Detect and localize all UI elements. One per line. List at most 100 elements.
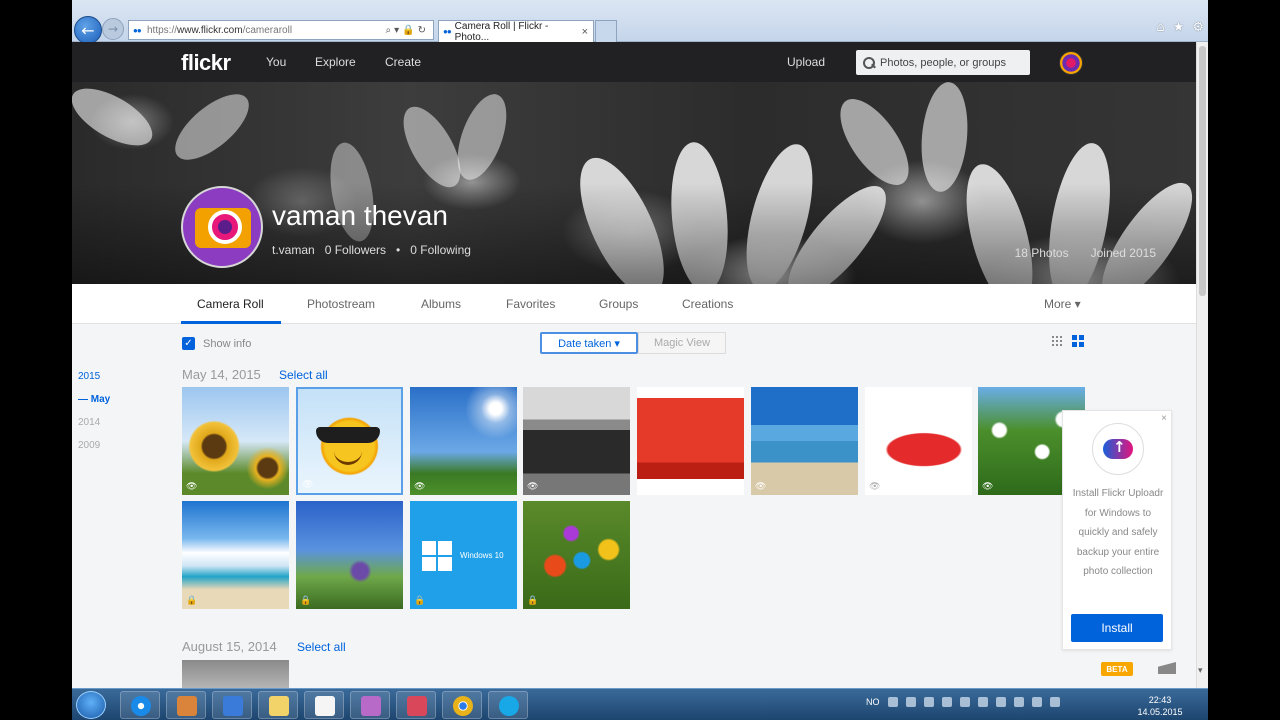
taskbar-app-icon[interactable] — [396, 691, 436, 719]
profile-followers[interactable]: 0 Followers — [325, 243, 386, 257]
photo-thumbnail[interactable]: 🔒 — [523, 501, 630, 609]
forward-button[interactable]: → — [102, 18, 124, 40]
taskbar-clock[interactable]: 22:43 14.05.2015 — [1130, 694, 1190, 718]
arrow-right-icon: → — [107, 22, 119, 36]
photo-thumbnail[interactable]: 👁 — [182, 387, 289, 495]
flickr-top-nav: flickr You Explore Create Upload Photos,… — [72, 42, 1196, 82]
tab-albums[interactable]: Albums — [421, 297, 461, 311]
tray-icon[interactable] — [1013, 697, 1024, 707]
taskbar-chrome-icon[interactable] — [442, 691, 482, 719]
tray-icon[interactable] — [995, 697, 1006, 707]
page-scrollbar[interactable] — [1196, 42, 1208, 688]
taskbar-app-icon[interactable] — [166, 691, 206, 719]
eye-icon: 👁 — [982, 482, 994, 492]
profile-avatar[interactable] — [181, 186, 263, 268]
network-icon[interactable] — [1031, 697, 1042, 707]
home-icon[interactable]: ⌂ — [1156, 20, 1164, 35]
photo-thumbnail[interactable]: 👁 — [296, 387, 403, 495]
address-actions-icon[interactable]: ⌕▾🔒↻ — [386, 25, 433, 36]
date-taken-button[interactable]: Date taken ▾ — [540, 332, 638, 354]
cover-photo: vaman thevan t.vaman 0 Followers • 0 Fol… — [72, 82, 1196, 284]
taskbar-skype-icon[interactable] — [488, 691, 528, 719]
select-all-link[interactable]: Select all — [279, 368, 328, 382]
view-switch: Date taken ▾ Magic View — [540, 332, 726, 354]
taskbar-app-icon[interactable] — [350, 691, 390, 719]
tray-icon[interactable] — [977, 697, 988, 707]
tray-icon[interactable] — [887, 697, 898, 707]
user-avatar[interactable] — [1059, 51, 1083, 75]
photo-thumbnail[interactable]: 🔒 — [296, 501, 403, 609]
app-icon — [223, 696, 243, 716]
tray-icon[interactable] — [923, 697, 934, 707]
photo-thumbnail[interactable]: Windows 10 🔒 — [410, 501, 517, 609]
browser-tab-active[interactable]: ●● Camera Roll | Flickr - Photo... × — [438, 20, 594, 43]
back-button[interactable]: ← — [74, 16, 102, 44]
select-all-link[interactable]: Select all — [297, 640, 346, 654]
photo-thumbnail[interactable]: 👁 — [637, 387, 744, 495]
photo-thumbnail[interactable]: 👁 — [523, 387, 630, 495]
timeline-year-2015[interactable]: 2015 — [78, 371, 100, 382]
search-input[interactable]: Photos, people, or groups — [856, 50, 1030, 75]
photo-thumbnail[interactable]: 👁 — [751, 387, 858, 495]
lock-icon: 🔒 — [527, 596, 539, 606]
photo-thumbnail[interactable]: 👁 — [865, 387, 972, 495]
show-info-checkbox[interactable]: ✓ Show info — [182, 337, 251, 350]
checkmark-icon: ✓ — [182, 337, 195, 350]
tab-groups[interactable]: Groups — [599, 297, 638, 311]
install-button[interactable]: Install — [1071, 614, 1163, 642]
close-icon[interactable]: × — [1161, 413, 1167, 424]
tab-more[interactable]: More ▾ — [1044, 297, 1081, 311]
beta-badge[interactable]: BETA — [1101, 662, 1133, 676]
small-grid-icon[interactable] — [1051, 335, 1063, 347]
profile-name: vaman thevan — [272, 200, 448, 231]
eye-icon: 👁 — [869, 482, 881, 492]
large-grid-icon[interactable] — [1072, 335, 1084, 347]
photo-count: 18 Photos — [1014, 246, 1069, 260]
taskbar-app-icon[interactable] — [304, 691, 344, 719]
timeline-month-may[interactable]: — May — [78, 394, 110, 405]
flickr-favicon-icon: ●● — [443, 27, 452, 36]
taskbar-app-icon[interactable] — [212, 691, 252, 719]
feedback-megaphone-icon[interactable] — [1158, 662, 1176, 674]
chrome-icon — [453, 696, 473, 716]
tab-photostream[interactable]: Photostream — [307, 297, 375, 311]
taskbar-ie-icon[interactable] — [120, 691, 160, 719]
gear-icon[interactable]: ⚙ — [1192, 20, 1204, 35]
photo-thumbnail[interactable] — [182, 660, 289, 688]
profile-following[interactable]: 0 Following — [410, 243, 471, 257]
nav-you[interactable]: You — [266, 55, 286, 69]
cloud-upload-icon — [1103, 438, 1133, 459]
nav-create[interactable]: Create — [385, 55, 421, 69]
show-info-label: Show info — [203, 337, 252, 350]
eye-icon: 👁 — [641, 482, 653, 492]
timeline-year-2014[interactable]: 2014 — [78, 417, 100, 428]
photo-thumbnail[interactable]: 🔒 — [182, 501, 289, 609]
language-indicator[interactable]: NO — [866, 697, 880, 707]
magic-view-button[interactable]: Magic View — [638, 332, 726, 354]
new-tab-button[interactable] — [595, 20, 617, 42]
address-bar[interactable]: ●● https:// www.flickr.com /cameraroll ⌕… — [128, 20, 434, 40]
tab-favorites[interactable]: Favorites — [506, 297, 555, 311]
chevron-down-icon[interactable]: ▾ — [1198, 666, 1203, 676]
tab-close-icon[interactable]: × — [582, 26, 593, 38]
tray-icon[interactable] — [941, 697, 952, 707]
skype-icon — [499, 696, 519, 716]
tab-camera-roll[interactable]: Camera Roll — [197, 297, 264, 311]
nav-explore[interactable]: Explore — [315, 55, 356, 69]
taskbar-explorer-icon[interactable] — [258, 691, 298, 719]
flickr-logo[interactable]: flickr — [181, 50, 231, 76]
nav-upload[interactable]: Upload — [787, 55, 825, 69]
photo-viewer-icon — [361, 696, 381, 716]
start-button[interactable] — [76, 691, 106, 719]
eye-icon: 👁 — [755, 482, 767, 492]
scrollbar-thumb[interactable] — [1199, 46, 1206, 296]
tray-icon[interactable] — [959, 697, 970, 707]
media-app-icon — [407, 696, 427, 716]
photo-thumbnail[interactable]: 👁 — [410, 387, 517, 495]
windows-logo-icon — [422, 541, 452, 571]
timeline-year-2009[interactable]: 2009 — [78, 440, 100, 451]
tab-creations[interactable]: Creations — [682, 297, 733, 311]
tray-icon[interactable] — [905, 697, 916, 707]
volume-icon[interactable] — [1049, 697, 1060, 707]
favorites-star-icon[interactable]: ★ — [1173, 20, 1185, 35]
